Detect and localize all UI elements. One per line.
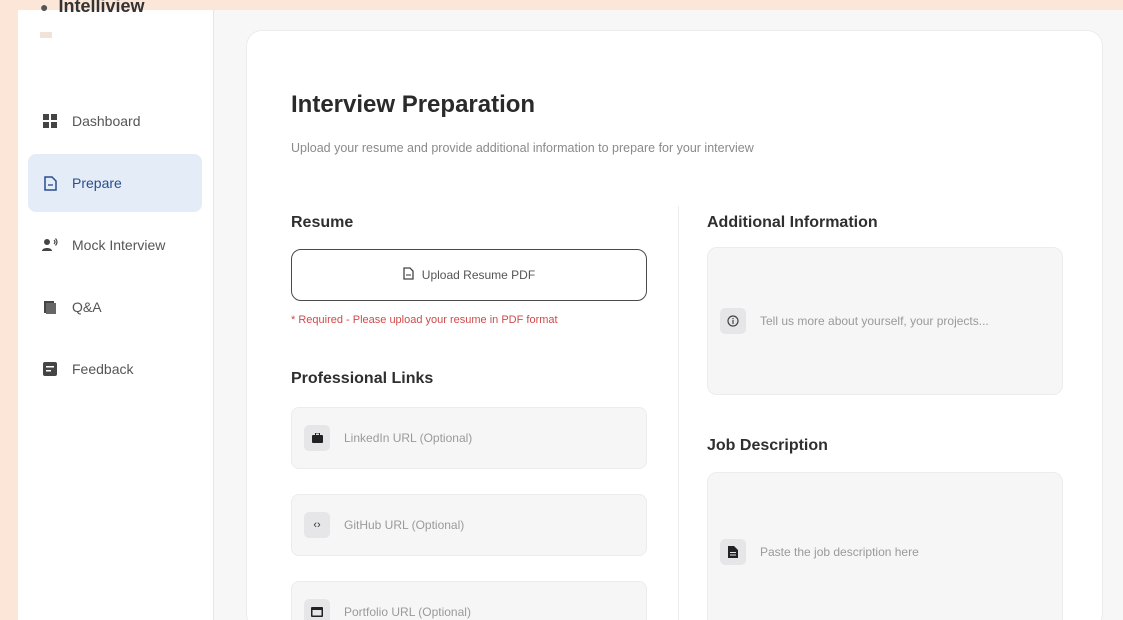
code-icon: ‹› <box>304 512 330 538</box>
upload-resume-label: Upload Resume PDF <box>421 268 536 282</box>
people-icon <box>42 237 58 253</box>
linkedin-field[interactable]: LinkedIn URL (Optional) <box>291 407 647 469</box>
app-window: ● Intelliview Dashboard Prepare Mock Int… <box>18 0 1123 620</box>
github-placeholder: GitHub URL (Optional) <box>344 518 465 532</box>
sidebar-item-feedback[interactable]: Feedback <box>28 340 202 398</box>
brand: ● Intelliview <box>40 0 145 17</box>
file-icon <box>403 267 414 283</box>
file-text-icon <box>720 539 746 565</box>
page-subtitle: Upload your resume and provide additiona… <box>291 141 754 155</box>
column-divider <box>678 206 679 620</box>
feedback-icon <box>42 361 58 377</box>
github-field[interactable]: ‹› GitHub URL (Optional) <box>291 494 647 556</box>
additional-info-heading: Additional Information <box>707 214 878 231</box>
sidebar-item-label: Dashboard <box>72 113 141 129</box>
sidebar-item-mock-interview[interactable]: Mock Interview <box>28 216 202 274</box>
linkedin-placeholder: LinkedIn URL (Optional) <box>344 431 473 445</box>
sidebar-nav: Dashboard Prepare Mock Interview Q&A Fee… <box>28 92 202 402</box>
sidebar-item-prepare[interactable]: Prepare <box>28 154 202 212</box>
book-icon <box>42 299 58 315</box>
info-icon <box>720 308 746 334</box>
main-card: Interview Preparation Upload your resume… <box>246 30 1103 620</box>
logo-icon: ● <box>40 0 49 15</box>
briefcase-icon <box>304 425 330 451</box>
job-description-heading: Job Description <box>707 437 828 454</box>
sidebar-item-label: Q&A <box>72 299 102 315</box>
sidebar: ● Intelliview Dashboard Prepare Mock Int… <box>18 0 214 620</box>
sidebar-item-label: Prepare <box>72 175 122 191</box>
resume-required-note: * Required - Please upload your resume i… <box>291 314 558 326</box>
sidebar-item-label: Mock Interview <box>72 237 166 253</box>
page-title: Interview Preparation <box>291 91 536 118</box>
dashboard-icon <box>42 113 58 129</box>
brand-underline <box>40 32 52 38</box>
portfolio-placeholder: Portfolio URL (Optional) <box>344 605 471 619</box>
sidebar-item-dashboard[interactable]: Dashboard <box>28 92 202 150</box>
additional-info-textarea[interactable]: Tell us more about yourself, your projec… <box>707 247 1063 395</box>
portfolio-field[interactable]: Portfolio URL (Optional) <box>291 581 647 620</box>
professional-links-heading: Professional Links <box>291 370 434 387</box>
window-icon <box>304 599 330 620</box>
resume-heading: Resume <box>291 214 354 231</box>
upload-resume-button[interactable]: Upload Resume PDF <box>291 249 647 301</box>
additional-info-placeholder: Tell us more about yourself, your projec… <box>760 314 989 328</box>
brand-name: Intelliview <box>58 0 145 16</box>
sidebar-item-label: Feedback <box>72 361 134 377</box>
job-description-placeholder: Paste the job description here <box>760 545 919 559</box>
job-description-textarea[interactable]: Paste the job description here <box>707 472 1063 620</box>
document-icon <box>42 175 58 191</box>
sidebar-item-qa[interactable]: Q&A <box>28 278 202 336</box>
